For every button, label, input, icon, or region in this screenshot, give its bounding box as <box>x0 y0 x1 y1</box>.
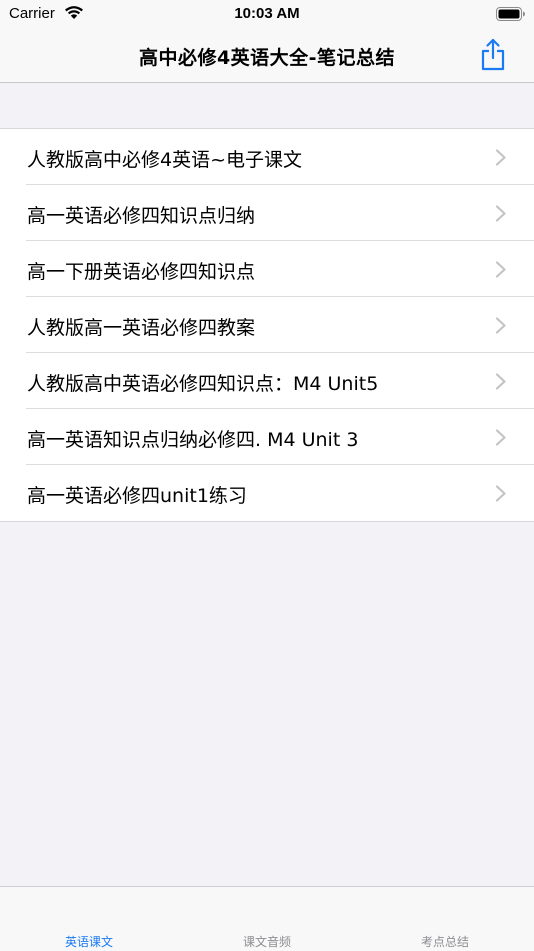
chevron-right-icon <box>495 429 506 446</box>
article-list: 人教版高中必修4英语~电子课文 高一英语必修四知识点归纳 高一下册英语必修四知识… <box>0 128 534 522</box>
tab-bar: 英语课文 课文音频 考点总结 <box>0 886 534 951</box>
tab-text-audio[interactable]: 课文音频 <box>178 887 356 951</box>
list-item[interactable]: 高一英语知识点归纳必修四. M4 Unit 3 <box>0 408 534 465</box>
tab-label: 英语课文 <box>64 935 113 949</box>
chevron-right-icon <box>495 485 506 502</box>
status-bar: Carrier 10:03 AM <box>0 0 534 28</box>
list-item[interactable]: 人教版高中英语必修四知识点：M4 Unit5 <box>0 352 534 409</box>
list-item[interactable]: 高一英语必修四知识点归纳 <box>0 184 534 241</box>
tab-exam-summary[interactable]: 考点总结 <box>356 887 534 951</box>
chevron-right-icon <box>495 261 506 278</box>
battery-icon <box>496 6 526 25</box>
list-item-label: 人教版高中英语必修四知识点：M4 Unit5 <box>27 373 379 395</box>
chevron-right-icon <box>495 373 506 390</box>
tab-label: 考点总结 <box>420 935 469 949</box>
chevron-right-icon <box>495 205 506 222</box>
list-item-label: 人教版高一英语必修四教案 <box>27 317 256 339</box>
chevron-right-icon <box>495 317 506 334</box>
list-item-label: 高一下册英语必修四知识点 <box>27 261 256 283</box>
navigation-bar: 高中必修4英语大全-笔记总结 <box>0 28 534 83</box>
list-item-label: 高一英语知识点归纳必修四. M4 Unit 3 <box>27 429 359 451</box>
share-icon <box>481 38 505 71</box>
list-item[interactable]: 高一英语必修四unit1练习 <box>0 464 534 521</box>
list-item[interactable]: 人教版高中必修4英语~电子课文 <box>0 129 534 185</box>
list-item-label: 高一英语必修四unit1练习 <box>27 485 247 507</box>
list-item-label: 人教版高中必修4英语~电子课文 <box>27 149 303 171</box>
share-button[interactable] <box>478 36 508 72</box>
clock: 10:03 AM <box>234 5 300 22</box>
list-item[interactable]: 高一下册英语必修四知识点 <box>0 240 534 297</box>
tab-label: 课文音频 <box>242 935 291 949</box>
list-item[interactable]: 人教版高一英语必修四教案 <box>0 296 534 353</box>
tab-english-texts[interactable]: 英语课文 <box>0 887 178 951</box>
list-item-label: 高一英语必修四知识点归纳 <box>27 205 256 227</box>
page-title: 高中必修4英语大全-笔记总结 <box>138 47 396 69</box>
chevron-right-icon <box>495 149 506 166</box>
